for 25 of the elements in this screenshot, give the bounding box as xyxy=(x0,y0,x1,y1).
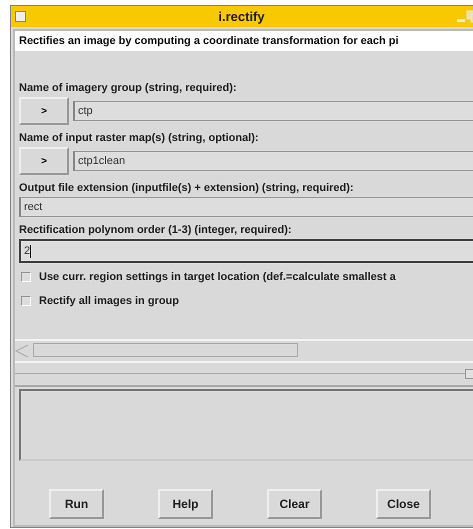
input-field[interactable]: ctp xyxy=(73,101,473,121)
checkbox[interactable] xyxy=(21,272,31,282)
dialog-button[interactable]: Close xyxy=(376,489,431,519)
select-button[interactable]: > xyxy=(19,147,69,175)
checkbox-label: Rectify all images in group xyxy=(39,295,179,307)
window-title: i.rectify xyxy=(217,9,266,24)
option-label: Name of input raster map(s) (string, optional): xyxy=(18,131,260,146)
horizontal-scrollbar[interactable] xyxy=(15,339,473,363)
dialog-button[interactable]: Run xyxy=(49,489,104,519)
option-label: Name of imagery group (string, required): xyxy=(18,81,238,96)
description-text: Rectifies an image by computing a coordinate transformation for each pi xyxy=(15,31,473,51)
scrollbar-thumb[interactable] xyxy=(33,343,298,357)
dialog-button[interactable]: Clear xyxy=(267,489,322,519)
checkbox[interactable] xyxy=(21,296,31,306)
option-label: Output file extension (inputfile(s) + extension) (string, required): xyxy=(18,181,355,196)
window-menu-icon[interactable] xyxy=(15,11,26,22)
input-field[interactable]: 2 xyxy=(19,239,473,263)
select-button[interactable]: > xyxy=(19,97,69,125)
input-field[interactable]: ctp1clean xyxy=(73,151,473,171)
sash-handle[interactable] xyxy=(465,369,473,379)
scroll-left-icon[interactable] xyxy=(15,344,29,358)
checkbox-label: Use curr. region settings in target location (def.=calculate smallest a xyxy=(39,271,396,283)
option-label: Rectification polynom order (1-3) (integer, required): xyxy=(18,223,293,238)
input-field[interactable]: rect xyxy=(19,197,473,217)
dialog-button[interactable]: Help xyxy=(158,489,213,519)
